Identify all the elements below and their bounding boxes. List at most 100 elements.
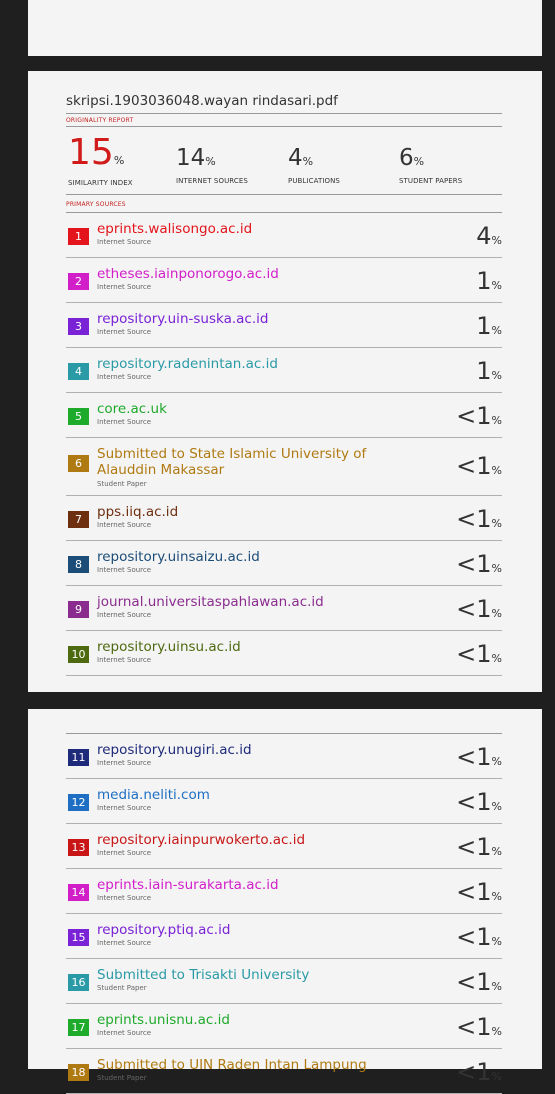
source-name[interactable]: repository.ptiq.ac.id bbox=[97, 922, 230, 938]
stat-student-papers: 6% STUDENT PAPERS bbox=[399, 145, 463, 185]
source-row[interactable]: 13 repository.iainpurwokerto.ac.id Interne… bbox=[66, 824, 502, 869]
source-row[interactable]: 16 Submitted to Trisakti University Studen… bbox=[66, 959, 502, 1004]
source-name-line: eprints.unisnu.ac.id bbox=[97, 1012, 230, 1028]
source-name[interactable]: eprints.iain-surakarta.ac.id bbox=[97, 877, 279, 893]
percentage-unit: % bbox=[491, 845, 502, 858]
source-rank-badge: 10 bbox=[68, 646, 89, 663]
source-name-line: pps.iiq.ac.id bbox=[97, 504, 179, 520]
source-name[interactable]: repository.uin-suska.ac.id bbox=[97, 311, 268, 327]
source-type: Internet Source bbox=[97, 849, 152, 857]
source-name-line: eprints.walisongo.ac.id bbox=[97, 221, 253, 237]
source-name-line: Submitted to UIN Raden Intan Lampung bbox=[97, 1057, 367, 1073]
divider bbox=[66, 113, 502, 114]
source-rank-badge: 2 bbox=[68, 273, 89, 290]
source-percentage: 4% bbox=[476, 223, 502, 254]
source-row[interactable]: 3 repository.uin-suska.ac.id Internet Sour… bbox=[66, 303, 502, 348]
source-name[interactable]: repository.radenintan.ac.id bbox=[97, 356, 278, 372]
source-row[interactable]: 10 repository.uinsu.ac.id Internet Source <… bbox=[66, 631, 502, 676]
percentage-value: <1 bbox=[456, 505, 492, 533]
source-name[interactable]: Submitted to Trisakti University bbox=[97, 967, 309, 983]
source-name-line: repository.ptiq.ac.id bbox=[97, 922, 231, 938]
source-name[interactable]: eprints.unisnu.ac.id bbox=[97, 1012, 230, 1028]
percentage-value: <1 bbox=[456, 452, 492, 480]
source-name-line: repository.uinsaizu.ac.id bbox=[97, 549, 260, 565]
source-name-line: journal.universitaspahlawan.ac.id bbox=[97, 594, 324, 610]
source-name[interactable]: etheses.iainponorogo.ac.id bbox=[97, 266, 279, 282]
source-rank-badge: 3 bbox=[68, 318, 89, 335]
source-percentage: <1% bbox=[456, 506, 502, 537]
source-name[interactable]: pps.iiq.ac.id bbox=[97, 504, 178, 520]
percentage-value: 4 bbox=[476, 222, 492, 250]
percentage-unit: % bbox=[491, 1025, 502, 1038]
source-type: Internet Source bbox=[97, 283, 152, 291]
previous-page bbox=[28, 0, 542, 56]
source-row[interactable]: 6 Submitted to State Islamic University o… bbox=[66, 438, 502, 496]
percentage-value: <1 bbox=[456, 550, 492, 578]
percentage-unit: % bbox=[491, 517, 502, 530]
source-row[interactable]: 17 eprints.unisnu.ac.id Internet Source <1% bbox=[66, 1004, 502, 1049]
source-type: Internet Source bbox=[97, 238, 152, 246]
report-page-1: skripsi.1903036048.wayan rindasari.pdf O… bbox=[28, 71, 542, 692]
source-percentage: <1% bbox=[456, 453, 502, 484]
source-name-line: repository.radenintan.ac.id bbox=[97, 356, 278, 372]
source-type: Internet Source bbox=[97, 566, 152, 574]
source-type: Internet Source bbox=[97, 611, 152, 619]
percentage-unit: % bbox=[491, 755, 502, 768]
percentage-value: <1 bbox=[456, 743, 492, 771]
source-row[interactable]: 1 eprints.walisongo.ac.id Internet Source 4… bbox=[66, 213, 502, 258]
source-row[interactable]: 8 repository.uinsaizu.ac.id Internet Sourc… bbox=[66, 541, 502, 586]
source-name-line: Submitted to State Islamic University of bbox=[97, 446, 367, 462]
percentage-unit: % bbox=[491, 562, 502, 575]
divider bbox=[66, 194, 502, 195]
source-percentage: <1% bbox=[456, 744, 502, 775]
percentage-unit: % bbox=[491, 980, 502, 993]
source-type: Internet Source bbox=[97, 894, 152, 902]
percentage-value: 1 bbox=[476, 357, 492, 385]
source-name[interactable]: repository.uinsu.ac.id bbox=[97, 639, 241, 655]
source-name[interactable]: repository.unugiri.ac.id bbox=[97, 742, 252, 758]
source-row[interactable]: 5 core.ac.uk Internet Source <1% bbox=[66, 393, 502, 438]
percentage-value: 1 bbox=[476, 312, 492, 340]
source-type: Internet Source bbox=[97, 759, 152, 767]
source-type: Internet Source bbox=[97, 373, 152, 381]
source-name[interactable]: Submitted to State Islamic University of… bbox=[97, 446, 366, 478]
percentage-unit: % bbox=[491, 607, 502, 620]
source-percentage: <1% bbox=[456, 551, 502, 582]
source-name-line: repository.iainpurwokerto.ac.id bbox=[97, 832, 306, 848]
source-percentage: <1% bbox=[456, 834, 502, 865]
source-name[interactable]: repository.uinsaizu.ac.id bbox=[97, 549, 260, 565]
source-type: Student Paper bbox=[97, 984, 147, 992]
percentage-unit: % bbox=[491, 935, 502, 948]
source-row[interactable]: 2 etheses.iainponorogo.ac.id Internet Sour… bbox=[66, 258, 502, 303]
source-name-line: Alauddin Makassar bbox=[97, 462, 225, 478]
originality-report-label: ORIGINALITY REPORT bbox=[66, 117, 134, 124]
source-rank-badge: 16 bbox=[68, 974, 89, 991]
source-rank-badge: 8 bbox=[68, 556, 89, 573]
percentage-unit: % bbox=[491, 464, 502, 477]
percentage-value: <1 bbox=[456, 1013, 492, 1041]
source-name[interactable]: journal.universitaspahlawan.ac.id bbox=[97, 594, 324, 610]
source-row[interactable]: 14 eprints.iain-surakarta.ac.id Internet S… bbox=[66, 869, 502, 914]
source-row[interactable]: 15 repository.ptiq.ac.id Internet Source <1… bbox=[66, 914, 502, 959]
source-row[interactable]: 18 Submitted to UIN Raden Intan Lampung St… bbox=[66, 1049, 502, 1094]
source-row[interactable]: 4 repository.radenintan.ac.id Internet Sou… bbox=[66, 348, 502, 393]
source-rank-badge: 9 bbox=[68, 601, 89, 618]
source-row[interactable]: 12 media.neliti.com Internet Source <1% bbox=[66, 779, 502, 824]
percentage-value: <1 bbox=[456, 1058, 492, 1086]
source-row[interactable]: 7 pps.iiq.ac.id Internet Source <1% bbox=[66, 496, 502, 541]
source-type: Internet Source bbox=[97, 418, 152, 426]
source-name[interactable]: repository.iainpurwokerto.ac.id bbox=[97, 832, 305, 848]
source-name[interactable]: media.neliti.com bbox=[97, 787, 210, 803]
source-row[interactable]: 9 journal.universitaspahlawan.ac.id Intern… bbox=[66, 586, 502, 631]
percentage-value: <1 bbox=[456, 788, 492, 816]
source-row[interactable]: 11 repository.unugiri.ac.id Internet Sourc… bbox=[66, 734, 502, 779]
stat-internet-sources: 14% INTERNET SOURCES bbox=[176, 145, 248, 185]
source-name[interactable]: eprints.walisongo.ac.id bbox=[97, 221, 252, 237]
source-rank-badge: 17 bbox=[68, 1019, 89, 1036]
percentage-value: <1 bbox=[456, 878, 492, 906]
source-name[interactable]: Submitted to UIN Raden Intan Lampung bbox=[97, 1057, 367, 1073]
source-percentage: <1% bbox=[456, 924, 502, 955]
source-name-line: core.ac.uk bbox=[97, 401, 167, 417]
source-rank-badge: 14 bbox=[68, 884, 89, 901]
source-name[interactable]: core.ac.uk bbox=[97, 401, 167, 417]
